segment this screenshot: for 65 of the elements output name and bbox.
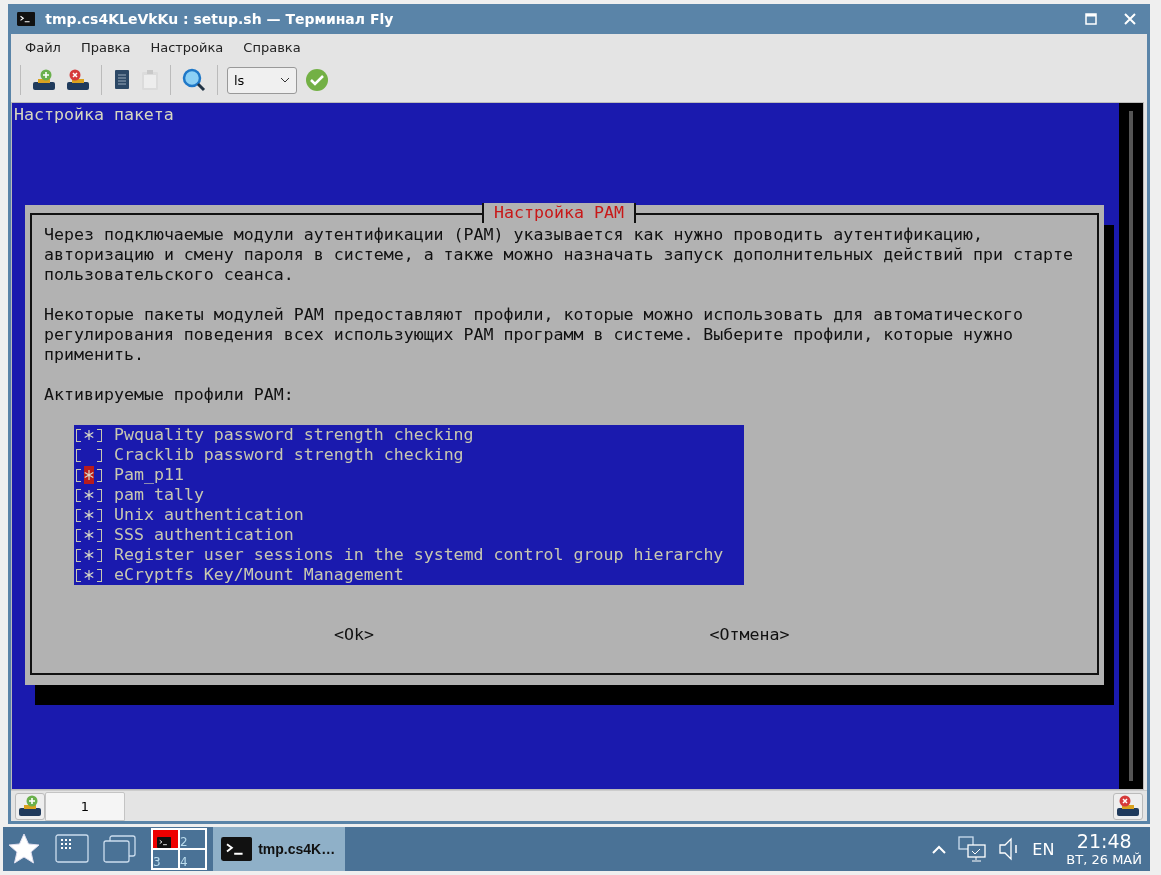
- windows-icon[interactable]: [103, 834, 137, 864]
- asterisk-icon: [84, 430, 94, 440]
- profile-label: Cracklib password strength checking: [113, 445, 464, 465]
- taskbar-task[interactable]: tmp.cs4K…: [213, 827, 346, 871]
- add-session-icon: [32, 69, 56, 91]
- dialog-button[interactable]: <Отмена>: [709, 625, 1085, 645]
- asterisk-icon: [84, 470, 94, 480]
- desktop[interactable]: 2: [179, 829, 206, 849]
- menu-item[interactable]: Настройка: [140, 39, 234, 55]
- checkbox[interactable]: [74, 465, 104, 485]
- asterisk-icon: [84, 550, 94, 560]
- profile-label: Unix authentication: [113, 505, 304, 525]
- asterisk-icon: [84, 530, 94, 540]
- scrollbar-thumb[interactable]: [1129, 111, 1133, 781]
- tab[interactable]: 1: [45, 791, 125, 821]
- checkmark-icon: [305, 68, 329, 92]
- terminal-icon: [221, 837, 253, 861]
- asterisk-icon: [84, 490, 94, 500]
- menu-item[interactable]: Справка: [233, 39, 311, 55]
- chevron-up-icon[interactable]: [932, 844, 947, 854]
- asterisk-icon: [84, 570, 94, 580]
- search-icon: [182, 68, 206, 92]
- menu-item[interactable]: Файл: [15, 39, 71, 55]
- star-icon[interactable]: [7, 832, 41, 866]
- new-session-button[interactable]: [30, 67, 58, 93]
- clock[interactable]: 21:48 ВТ, 26 МАЙ: [1066, 830, 1142, 868]
- document-icon: [113, 69, 131, 91]
- clock-date: ВТ, 26 МАЙ: [1066, 851, 1142, 868]
- command-dropdown[interactable]: ls: [227, 66, 297, 94]
- terminal-icon: [157, 837, 172, 848]
- dialog-text: Через подключаемые модули аутентификации (PAM) указывается как нужно проводить аутентификацию, авторизацию и смену пароля в системе, а также можно назначать запуск дополнительных действий при старте пользовательского сеанса.: [44, 225, 1074, 285]
- new-tab-button[interactable]: [15, 792, 45, 820]
- close-icon[interactable]: [1123, 13, 1137, 25]
- close-tab-button[interactable]: [1113, 792, 1143, 820]
- dialog-title: Настройка PAM: [482, 203, 636, 223]
- chevron-down-icon: [280, 77, 290, 83]
- clock-time: 21:48: [1076, 830, 1132, 852]
- profile-label: pam tally: [113, 485, 204, 505]
- apps-grid-icon[interactable]: [55, 834, 89, 864]
- keyboard-language[interactable]: EN: [1032, 839, 1055, 859]
- window-title: tmp.cs4KLeVkKu : setup.sh — Терминал Fly: [45, 11, 395, 27]
- search-button[interactable]: [180, 66, 208, 94]
- dialog-text: Активируемые профили PAM:: [44, 385, 295, 405]
- terminal-header: Настройка пакета: [13, 105, 175, 125]
- profile-label: eCryptfs Key/Mount Management: [113, 565, 404, 585]
- desktop[interactable]: 4: [179, 849, 206, 869]
- close-session-icon: [1116, 795, 1140, 817]
- dialog-text: Некоторые пакеты модулей PAM предоставляют профили, которые можно использовать для автоматического регулирования поведения всех использующих PAM программ в системе. Выберите профили, которые нужно применить.: [44, 305, 1025, 365]
- maximize-icon[interactable]: [1085, 13, 1097, 25]
- close-session-button[interactable]: [64, 67, 92, 93]
- app-icon: [17, 12, 36, 26]
- clipboard-icon: [141, 69, 159, 91]
- desktop[interactable]: 3: [152, 849, 179, 869]
- profile-label: Register user sessions in the systemd control group hierarchy: [113, 545, 724, 565]
- dialog-button[interactable]: <Ok>: [334, 625, 710, 645]
- add-session-icon: [18, 795, 42, 817]
- close-session-icon: [66, 69, 90, 91]
- profile-label: Pam_p11: [113, 465, 184, 485]
- network-icon[interactable]: [958, 835, 987, 863]
- desktop[interactable]: [152, 829, 179, 849]
- run-button[interactable]: [303, 66, 331, 94]
- profile-label: Pwquality password strength checking: [113, 425, 474, 445]
- profile-label: SSS authentication: [113, 525, 294, 545]
- asterisk-icon: [84, 510, 94, 520]
- menu-item[interactable]: Правка: [70, 39, 141, 55]
